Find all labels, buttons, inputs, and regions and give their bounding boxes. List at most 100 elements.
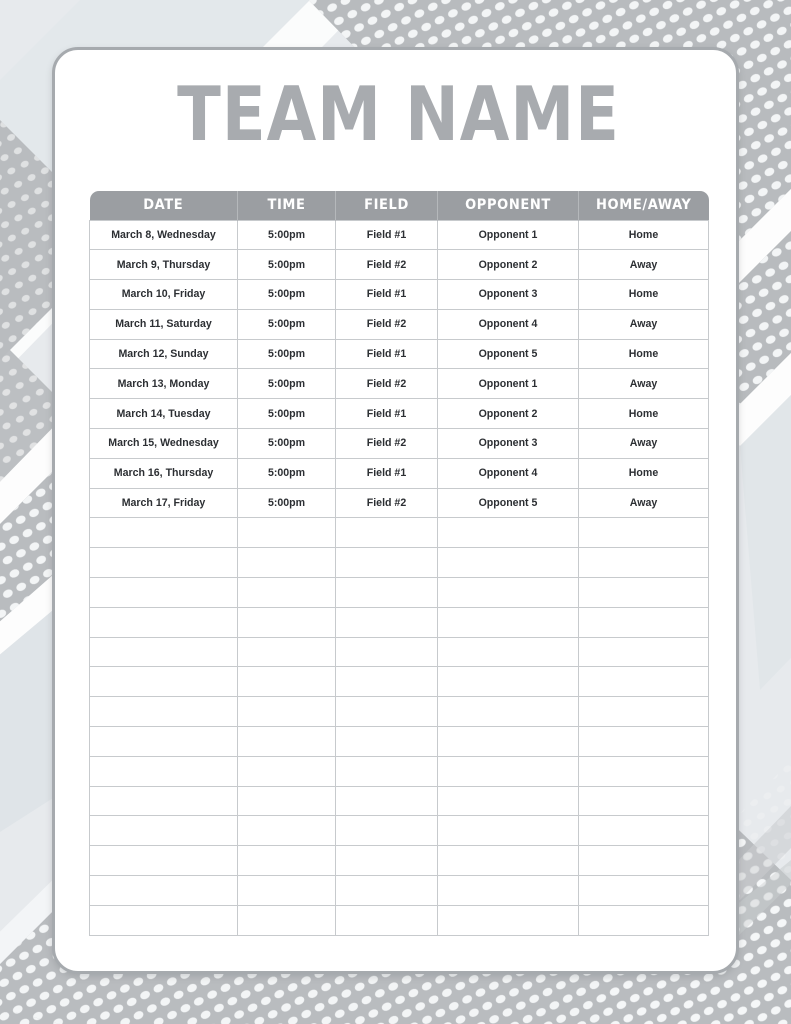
cell-opponent[interactable]: Opponent 5 bbox=[437, 338, 579, 370]
cell-opponent[interactable] bbox=[437, 726, 579, 757]
table-row-blank[interactable] bbox=[89, 755, 709, 787]
cell-field[interactable]: Field #2 bbox=[335, 308, 438, 340]
table-row-blank[interactable] bbox=[89, 875, 709, 906]
cell-opponent[interactable] bbox=[437, 577, 579, 608]
cell-date[interactable]: March 15, Wednesday bbox=[89, 428, 238, 459]
cell-field[interactable] bbox=[335, 785, 438, 817]
cell-date[interactable] bbox=[89, 726, 238, 757]
cell-homeaway[interactable] bbox=[578, 547, 709, 579]
cell-opponent[interactable] bbox=[437, 904, 579, 936]
table-row[interactable]: March 17, Friday 5:00pm Field #2 Opponent 5… bbox=[89, 487, 709, 519]
cell-opponent[interactable] bbox=[437, 875, 579, 906]
cell-field[interactable] bbox=[335, 577, 438, 608]
cell-date[interactable] bbox=[89, 547, 238, 579]
cell-homeaway[interactable] bbox=[578, 875, 709, 906]
cell-time[interactable] bbox=[237, 726, 336, 757]
table-row[interactable]: March 10, Friday 5:00pm Field #1 Opponent 3… bbox=[89, 279, 709, 310]
cell-field[interactable]: Field #2 bbox=[335, 487, 438, 519]
cell-date[interactable] bbox=[89, 815, 238, 847]
cell-opponent[interactable] bbox=[437, 696, 579, 728]
table-row-blank[interactable] bbox=[89, 577, 709, 608]
cell-homeaway[interactable]: Home bbox=[578, 457, 709, 489]
cell-date[interactable] bbox=[89, 606, 238, 638]
cell-time[interactable]: 5:00pm bbox=[237, 279, 336, 310]
cell-time[interactable]: 5:00pm bbox=[237, 249, 336, 281]
cell-homeaway[interactable] bbox=[578, 636, 709, 668]
cell-opponent[interactable]: Opponent 3 bbox=[437, 279, 579, 310]
column-header-date[interactable]: DATE bbox=[89, 191, 238, 220]
cell-field[interactable] bbox=[335, 606, 438, 638]
cell-time[interactable] bbox=[237, 845, 336, 877]
column-header-field[interactable]: FIELD bbox=[335, 191, 438, 220]
cell-opponent[interactable] bbox=[437, 606, 579, 638]
cell-time[interactable] bbox=[237, 666, 336, 698]
cell-time[interactable] bbox=[237, 815, 336, 847]
cell-time[interactable]: 5:00pm bbox=[237, 308, 336, 340]
cell-time[interactable] bbox=[237, 636, 336, 668]
cell-time[interactable] bbox=[237, 606, 336, 638]
cell-homeaway[interactable]: Home bbox=[578, 279, 709, 310]
cell-time[interactable]: 5:00pm bbox=[237, 398, 336, 430]
cell-homeaway[interactable] bbox=[578, 577, 709, 608]
cell-field[interactable] bbox=[335, 666, 438, 698]
cell-date[interactable]: March 12, Sunday bbox=[89, 338, 238, 370]
table-row-blank[interactable] bbox=[89, 517, 709, 549]
cell-time[interactable] bbox=[237, 577, 336, 608]
cell-homeaway[interactable]: Away bbox=[578, 368, 709, 400]
cell-date[interactable] bbox=[89, 666, 238, 698]
cell-field[interactable]: Field #1 bbox=[335, 457, 438, 489]
cell-homeaway[interactable]: Home bbox=[578, 219, 709, 251]
cell-homeaway[interactable] bbox=[578, 755, 709, 787]
cell-field[interactable] bbox=[335, 904, 438, 936]
cell-date[interactable] bbox=[89, 904, 238, 936]
cell-homeaway[interactable] bbox=[578, 845, 709, 877]
cell-date[interactable] bbox=[89, 755, 238, 787]
cell-field[interactable]: Field #1 bbox=[335, 398, 438, 430]
cell-opponent[interactable] bbox=[437, 517, 579, 549]
cell-opponent[interactable] bbox=[437, 666, 579, 698]
cell-opponent[interactable] bbox=[437, 755, 579, 787]
cell-field[interactable] bbox=[335, 636, 438, 668]
cell-field[interactable]: Field #1 bbox=[335, 219, 438, 251]
cell-date[interactable]: March 10, Friday bbox=[89, 279, 238, 310]
cell-time[interactable] bbox=[237, 696, 336, 728]
cell-date[interactable] bbox=[89, 696, 238, 728]
cell-field[interactable] bbox=[335, 845, 438, 877]
table-row-blank[interactable] bbox=[89, 547, 709, 579]
cell-date[interactable] bbox=[89, 875, 238, 906]
cell-time[interactable] bbox=[237, 875, 336, 906]
cell-field[interactable]: Field #1 bbox=[335, 338, 438, 370]
table-row-blank[interactable] bbox=[89, 785, 709, 817]
cell-opponent[interactable]: Opponent 4 bbox=[437, 308, 579, 340]
cell-date[interactable] bbox=[89, 577, 238, 608]
table-row[interactable]: March 15, Wednesday 5:00pm Field #2 Opponen… bbox=[89, 428, 709, 459]
table-row-blank[interactable] bbox=[89, 726, 709, 757]
table-row-blank[interactable] bbox=[89, 815, 709, 847]
cell-time[interactable] bbox=[237, 755, 336, 787]
cell-homeaway[interactable] bbox=[578, 666, 709, 698]
cell-time[interactable]: 5:00pm bbox=[237, 487, 336, 519]
cell-date[interactable]: March 14, Tuesday bbox=[89, 398, 238, 430]
column-header-opponent[interactable]: OPPONENT bbox=[437, 191, 579, 220]
cell-opponent[interactable] bbox=[437, 845, 579, 877]
cell-date[interactable]: March 16, Thursday bbox=[89, 457, 238, 489]
cell-opponent[interactable] bbox=[437, 785, 579, 817]
cell-date[interactable]: March 8, Wednesday bbox=[89, 219, 238, 251]
table-row-blank[interactable] bbox=[89, 606, 709, 638]
cell-homeaway[interactable] bbox=[578, 904, 709, 936]
cell-homeaway[interactable]: Away bbox=[578, 487, 709, 519]
cell-date[interactable] bbox=[89, 636, 238, 668]
cell-opponent[interactable]: Opponent 2 bbox=[437, 398, 579, 430]
cell-opponent[interactable] bbox=[437, 547, 579, 579]
table-row[interactable]: March 13, Monday 5:00pm Field #2 Opponent 1… bbox=[89, 368, 709, 400]
table-row[interactable]: March 14, Tuesday 5:00pm Field #1 Opponent … bbox=[89, 398, 709, 430]
cell-homeaway[interactable]: Away bbox=[578, 428, 709, 459]
cell-homeaway[interactable]: Away bbox=[578, 308, 709, 340]
cell-time[interactable]: 5:00pm bbox=[237, 219, 336, 251]
cell-opponent[interactable]: Opponent 3 bbox=[437, 428, 579, 459]
column-header-time[interactable]: TIME bbox=[237, 191, 336, 220]
cell-homeaway[interactable] bbox=[578, 696, 709, 728]
cell-time[interactable] bbox=[237, 547, 336, 579]
cell-opponent[interactable]: Opponent 2 bbox=[437, 249, 579, 281]
cell-field[interactable]: Field #2 bbox=[335, 428, 438, 459]
